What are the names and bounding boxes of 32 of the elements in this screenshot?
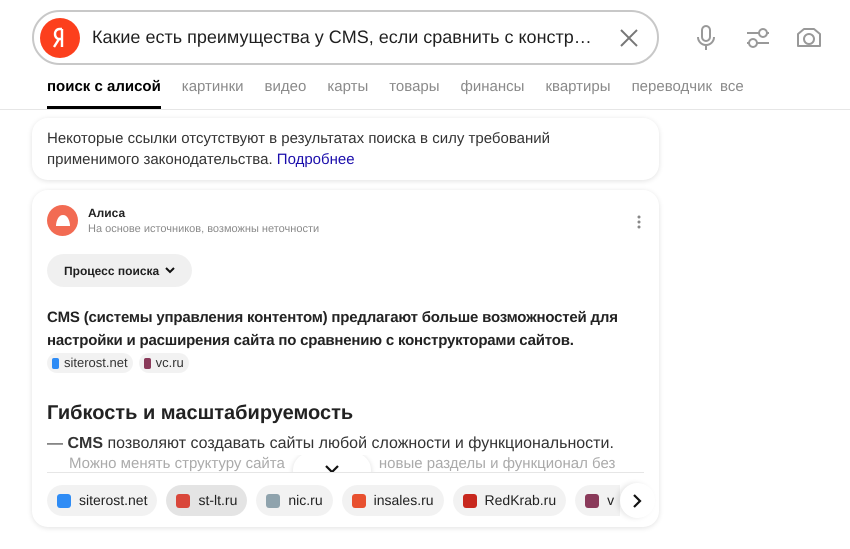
summary-text: CMS (системы управления контентом) предлагают больше возможностей для настройки и расширения сайта по сравнению с конструкторами сайтов. bbox=[47, 308, 619, 351]
microphone-icon[interactable] bbox=[695, 24, 717, 52]
source-chip[interactable]: siterost.net bbox=[47, 485, 158, 516]
section-heading: Гибкость и масштабируемость bbox=[47, 401, 354, 426]
logo-icon bbox=[40, 18, 80, 58]
more-link[interactable]: Подробнее bbox=[276, 151, 355, 168]
source-chip[interactable]: st-lt.ru bbox=[166, 485, 248, 516]
camera-icon[interactable] bbox=[795, 26, 823, 50]
chevron-right-icon bbox=[633, 494, 642, 508]
chevron-down-icon bbox=[324, 465, 339, 472]
source-chip[interactable]: siterost.net bbox=[47, 353, 133, 373]
source-chip[interactable]: insales.ru bbox=[342, 485, 444, 516]
faded-text: Можно менять структуру сайта bbox=[69, 455, 285, 472]
filter-icon[interactable] bbox=[745, 26, 771, 50]
bullet-text: — CMS позволяют создавать сайты любой сложности и функциональности. bbox=[47, 434, 615, 454]
search-field[interactable]: Какие есть преимущества у CMS, если сравнить с констр… bbox=[32, 10, 659, 65]
search-process-button[interactable]: Процесс поиска bbox=[47, 254, 192, 287]
more-options-icon[interactable] bbox=[637, 215, 641, 229]
author-name: Алиса bbox=[88, 205, 126, 221]
next-button[interactable] bbox=[620, 483, 656, 518]
search-query: Какие есть преимущества у CMS, если сравнить с констр… bbox=[92, 26, 593, 49]
source-chip[interactable]: vc.ru bbox=[138, 353, 189, 373]
source-chip[interactable]: v bbox=[575, 485, 620, 516]
alice-logo-icon bbox=[47, 205, 78, 236]
source-chip[interactable]: RedKrab.ru bbox=[452, 485, 566, 516]
clear-icon[interactable] bbox=[619, 28, 639, 48]
source-chip[interactable]: nic.ru bbox=[256, 485, 333, 516]
search-tab[interactable]: поиск с алисой bbox=[47, 76, 161, 109]
notice-text: Некоторые ссылки отсутствуют в результатах поиска в силу требований применимого законодательства. Подробнее bbox=[47, 129, 551, 170]
caret-icon bbox=[165, 267, 176, 274]
faded-text: новые разделы и функционал без bbox=[378, 455, 616, 472]
author-subtitle: На основе источников, возможны неточности bbox=[88, 222, 320, 237]
